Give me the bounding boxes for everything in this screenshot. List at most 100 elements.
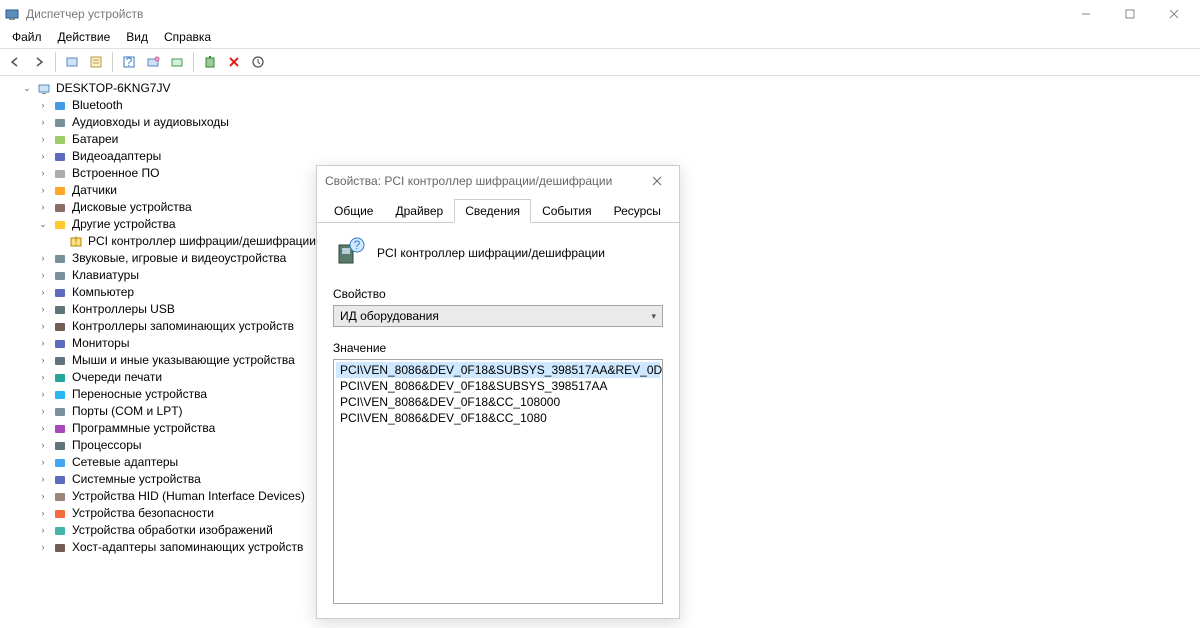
expand-icon[interactable]: ›	[38, 318, 48, 335]
expand-icon[interactable]: ›	[38, 488, 48, 505]
expand-icon[interactable]: ›	[38, 114, 48, 131]
tab-general[interactable]: Общие	[323, 199, 384, 223]
minimize-button[interactable]	[1064, 0, 1108, 28]
menu-help[interactable]: Справка	[156, 28, 219, 48]
keyboard-icon	[52, 268, 68, 284]
tree-category-label: Устройства HID (Human Interface Devices)	[72, 488, 305, 505]
tab-details[interactable]: Сведения	[454, 199, 531, 223]
expand-icon[interactable]: ›	[38, 267, 48, 284]
expand-icon[interactable]: ›	[38, 352, 48, 369]
list-item[interactable]: PCI\VEN_8086&DEV_0F18&CC_108000	[336, 394, 660, 410]
expand-icon[interactable]: ›	[38, 97, 48, 114]
expand-icon[interactable]: ›	[38, 386, 48, 403]
value-listbox[interactable]: PCI\VEN_8086&DEV_0F18&SUBSYS_398517AA&RE…	[333, 359, 663, 604]
property-combobox[interactable]: ИД оборудования ▾	[333, 305, 663, 327]
chevron-down-icon: ▾	[651, 311, 656, 322]
expand-icon[interactable]: ›	[38, 454, 48, 471]
security-icon	[52, 506, 68, 522]
close-button[interactable]	[1152, 0, 1196, 28]
expand-icon[interactable]: ›	[38, 437, 48, 454]
show-hidden-icon[interactable]	[61, 51, 83, 73]
window-title: Диспетчер устройств	[26, 7, 1064, 21]
bluetooth-icon	[52, 98, 68, 114]
disk-icon	[52, 200, 68, 216]
list-item[interactable]: PCI\VEN_8086&DEV_0F18&CC_1080	[336, 410, 660, 426]
tree-category-label: Дисковые устройства	[72, 199, 192, 216]
dialog-close-button[interactable]	[643, 169, 671, 193]
svg-text:?: ?	[354, 238, 361, 252]
tree-category-label: Контроллеры запоминающих устройств	[72, 318, 294, 335]
network-icon	[52, 455, 68, 471]
tree-category-label: Системные устройства	[72, 471, 201, 488]
collapse-icon[interactable]: ⌄	[22, 80, 32, 97]
tab-events[interactable]: События	[531, 199, 603, 223]
mouse-icon	[52, 353, 68, 369]
tree-category[interactable]: › Bluetooth	[6, 97, 1200, 114]
expand-icon[interactable]: ›	[38, 182, 48, 199]
properties-icon[interactable]	[85, 51, 107, 73]
menu-view[interactable]: Вид	[118, 28, 156, 48]
expand-icon[interactable]: ›	[38, 369, 48, 386]
tree-category-label: Процессоры	[72, 437, 142, 454]
tree-category[interactable]: › Батареи	[6, 131, 1200, 148]
tree-category[interactable]: › Аудиовходы и аудиовыходы	[6, 114, 1200, 131]
tree-category-label: Видеоадаптеры	[72, 148, 161, 165]
tree-category-label: Контроллеры USB	[72, 301, 175, 318]
printer-icon	[52, 370, 68, 386]
expand-icon[interactable]: ›	[38, 335, 48, 352]
expand-icon[interactable]: ›	[38, 420, 48, 437]
system-icon	[52, 472, 68, 488]
menu-file[interactable]: Файл	[4, 28, 50, 48]
maximize-button[interactable]	[1108, 0, 1152, 28]
update-driver-icon[interactable]	[166, 51, 188, 73]
expand-icon[interactable]: ›	[38, 131, 48, 148]
tree-category-label: Встроенное ПО	[72, 165, 159, 182]
dialog-tabs: Общие Драйвер Сведения События Ресурсы	[317, 198, 679, 223]
expand-icon[interactable]: ›	[38, 522, 48, 539]
enable-icon[interactable]	[247, 51, 269, 73]
expand-icon[interactable]: ›	[38, 250, 48, 267]
audio-icon	[52, 251, 68, 267]
tree-category-label: Другие устройства	[72, 216, 176, 233]
uninstall-icon[interactable]	[199, 51, 221, 73]
menubar: Файл Действие Вид Справка	[0, 28, 1200, 48]
tree-category-label: Батареи	[72, 131, 118, 148]
dialog-titlebar[interactable]: Свойства: PCI контроллер шифрации/дешифр…	[317, 166, 679, 196]
battery-icon	[52, 132, 68, 148]
list-item[interactable]: PCI\VEN_8086&DEV_0F18&SUBSYS_398517AA&RE…	[336, 362, 660, 378]
expand-icon[interactable]: ›	[38, 471, 48, 488]
tree-device-label: PCI контроллер шифрации/дешифрации	[88, 233, 316, 250]
back-button[interactable]	[4, 51, 26, 73]
expand-icon[interactable]: ›	[38, 199, 48, 216]
expand-icon[interactable]: ⌄	[38, 216, 48, 233]
menu-action[interactable]: Действие	[50, 28, 119, 48]
display-icon	[52, 149, 68, 165]
expand-icon[interactable]: ›	[38, 284, 48, 301]
port-icon	[52, 404, 68, 420]
tree-category-label: Звуковые, игровые и видеоустройства	[72, 250, 286, 267]
tree-category-label: Мониторы	[72, 335, 129, 352]
tree-category-label: Программные устройства	[72, 420, 215, 437]
list-item[interactable]: PCI\VEN_8086&DEV_0F18&SUBSYS_398517AA	[336, 378, 660, 394]
tree-root[interactable]: ⌄ DESKTOP-6KNG7JV	[6, 80, 1200, 97]
help-icon[interactable]: ?	[118, 51, 140, 73]
tree-category[interactable]: › Видеоадаптеры	[6, 148, 1200, 165]
scan-icon[interactable]	[142, 51, 164, 73]
expand-icon[interactable]: ›	[38, 301, 48, 318]
expand-icon[interactable]: ›	[38, 165, 48, 182]
tab-resources[interactable]: Ресурсы	[603, 199, 672, 223]
tree-category-label: Сетевые адаптеры	[72, 454, 178, 471]
properties-dialog: Свойства: PCI контроллер шифрации/дешифр…	[316, 165, 680, 619]
hid-icon	[52, 489, 68, 505]
expand-icon[interactable]: ›	[38, 148, 48, 165]
expand-icon[interactable]: ›	[38, 403, 48, 420]
value-label: Значение	[333, 341, 663, 355]
tree-category-label: Аудиовходы и аудиовыходы	[72, 114, 229, 131]
disable-icon[interactable]	[223, 51, 245, 73]
svg-text:!: !	[74, 235, 77, 248]
tab-driver[interactable]: Драйвер	[384, 199, 454, 223]
expand-icon[interactable]: ›	[38, 505, 48, 522]
dialog-title: Свойства: PCI контроллер шифрации/дешифр…	[325, 174, 643, 188]
expand-icon[interactable]: ›	[38, 539, 48, 556]
forward-button[interactable]	[28, 51, 50, 73]
